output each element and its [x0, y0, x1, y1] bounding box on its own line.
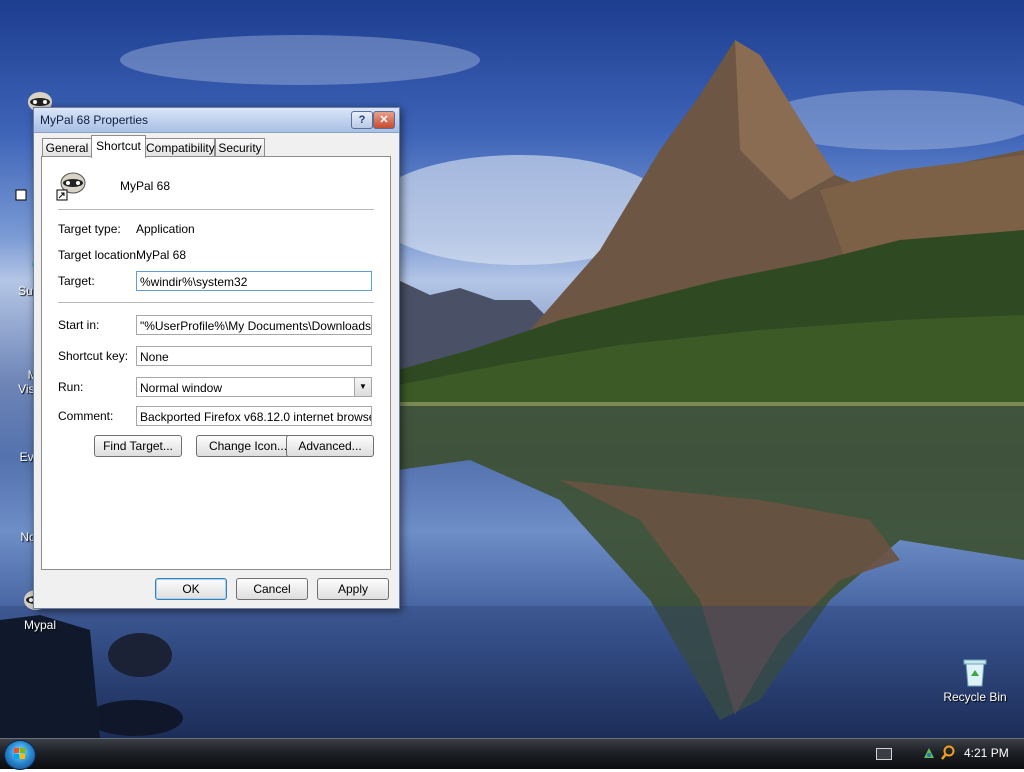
desktop-icon-label: Recycle Bin	[943, 690, 1007, 704]
start-button[interactable]	[4, 740, 36, 770]
dialog-titlebar[interactable]: MyPal 68 Properties ? ✕	[34, 108, 399, 133]
raccoon-icon	[56, 172, 86, 201]
ok-button[interactable]: OK	[155, 578, 227, 600]
comment-label: Comment:	[58, 409, 114, 423]
target-location-label: Target location:	[58, 248, 140, 262]
run-select[interactable]: Normal window ▼	[136, 377, 372, 397]
keyboard-icon[interactable]	[876, 748, 892, 760]
start-in-label: Start in:	[58, 318, 100, 332]
tab-compatibility[interactable]: Compatibility	[145, 138, 215, 157]
recycle-bin-icon	[959, 656, 991, 688]
separator	[58, 302, 374, 303]
desktop-icon-recycle-bin[interactable]: Recycle Bin	[937, 656, 1013, 704]
taskbar: 4:21 PM	[0, 738, 1024, 770]
tab-security[interactable]: Security	[215, 138, 265, 157]
target-location-value: MyPal 68	[136, 248, 187, 262]
clock[interactable]: 4:21 PM	[964, 746, 1009, 760]
search-icon[interactable]	[940, 745, 956, 761]
chevron-down-icon[interactable]: ▼	[354, 378, 371, 396]
target-type-label: Target type:	[58, 222, 121, 236]
advanced-button[interactable]: Advanced...	[286, 435, 374, 457]
desktop-icon-label: Mypal	[23, 618, 56, 632]
help-button[interactable]: ?	[351, 111, 373, 129]
properties-dialog: MyPal 68 Properties ? ✕ General Shortcut…	[33, 107, 400, 609]
tab-shortcut[interactable]: Shortcut	[91, 135, 146, 158]
shortcut-key-label: Shortcut key:	[58, 349, 129, 363]
separator	[58, 209, 374, 210]
dialog-title: MyPal 68 Properties	[40, 113, 149, 127]
apply-button[interactable]: Apply	[317, 578, 389, 600]
change-icon-button[interactable]: Change Icon...	[196, 435, 300, 457]
app-name: MyPal 68	[120, 179, 171, 193]
cancel-button[interactable]: Cancel	[236, 578, 308, 600]
start-in-input[interactable]: "%UserProfile%\My Documents\Downloads"	[136, 315, 372, 335]
system-tray: 4:21 PM	[868, 739, 1024, 769]
shortcut-key-input[interactable]: None	[136, 346, 372, 366]
windows-logo-icon	[14, 748, 25, 759]
run-label: Run:	[58, 380, 84, 394]
run-select-value: Normal window	[140, 381, 223, 395]
close-button[interactable]: ✕	[373, 111, 395, 129]
tab-panel-shortcut: MyPal 68 Target type: Application Target…	[41, 156, 391, 570]
tab-general[interactable]: General	[42, 138, 92, 157]
find-target-button[interactable]: Find Target...	[94, 435, 182, 457]
comment-input[interactable]: Backported Firefox v68.12.0 internet bro…	[136, 406, 372, 426]
network-icon[interactable]	[922, 746, 936, 760]
target-input[interactable]: %windir%\system32	[136, 271, 372, 291]
target-type-value: Application	[136, 222, 195, 236]
app-icon	[56, 169, 88, 201]
target-label: Target:	[58, 274, 95, 288]
